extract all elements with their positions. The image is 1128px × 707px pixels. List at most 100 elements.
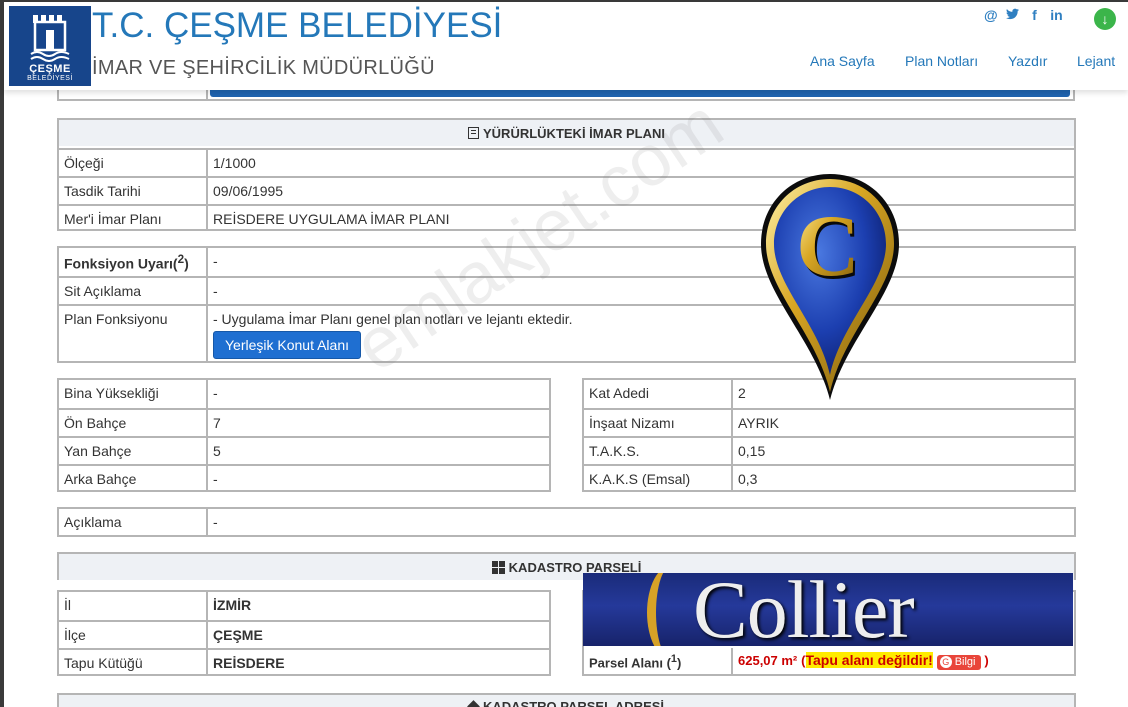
table-row: Yan Bahçe 5 xyxy=(59,436,549,464)
row-label: İnşaat Nizamı xyxy=(584,410,733,436)
parsel-label-text: Parsel Alanı xyxy=(589,655,663,671)
fonksiyon-table: Fonksiyon Uyarı(2) - Sit Açıklama - Plan… xyxy=(57,246,1076,363)
nav-lejant[interactable]: Lejant xyxy=(1077,53,1115,69)
table-row: Arka Bahçe - xyxy=(59,464,549,492)
castle-icon xyxy=(30,15,70,62)
grid-icon xyxy=(491,561,505,574)
parsel-alani-value: 625,07 m² (Tapu alanı değildir! G Bilgi ) xyxy=(738,652,989,670)
social-links: @ f in xyxy=(984,7,1063,23)
table-row: Fonksiyon Uyarı(2) - xyxy=(59,248,1074,276)
plan-fonksiyonu-value: - Uygulama İmar Planı genel plan notları… xyxy=(208,306,1068,363)
bilgi-label: Bilgi xyxy=(954,656,976,668)
nav-plan-notlari[interactable]: Plan Notları xyxy=(905,53,978,69)
row-label: İl xyxy=(59,592,208,620)
row-label: Ölçeği xyxy=(59,150,208,176)
download-icon[interactable]: ↓ xyxy=(1094,8,1116,30)
plan-note: - Uygulama İmar Planı genel plan notları… xyxy=(213,311,573,327)
imar-plani-header: YÜRÜRLÜKTEKİ İMAR PLANI xyxy=(59,120,1074,146)
fonksiyon-uyari-sup[interactable]: 2 xyxy=(178,253,184,266)
nav-yazdir[interactable]: Yazdır xyxy=(1008,53,1047,69)
tapu-warning: Tapu alanı değildir! xyxy=(805,652,933,668)
logo-line1: ÇEŞME xyxy=(29,63,71,75)
row-value: REİSDERE UYGULAMA İMAR PLANI xyxy=(213,211,450,227)
table-row: İl İZMİR xyxy=(59,592,549,620)
adres-title: KADASTRO PARSEL ADRESİ xyxy=(482,699,665,707)
table-row: Tasdik Tarihi 09/06/1995 xyxy=(59,176,1074,204)
row-label: Kat Adedi xyxy=(584,380,733,408)
row-value: 0,15 xyxy=(738,443,766,459)
municipality-logo[interactable]: ÇEŞME BELEDİYESİ xyxy=(9,6,91,86)
row-label: Mer'i İmar Planı xyxy=(59,206,208,231)
yerlesik-konut-button[interactable]: Yerleşik Konut Alanı xyxy=(213,331,361,359)
parsel-sup[interactable]: 1 xyxy=(671,653,677,665)
imar-plani-table: YÜRÜRLÜKTEKİ İMAR PLANI Ölçeği 1/1000 Ta… xyxy=(57,118,1076,231)
bina-table: Bina Yüksekliği - Ön Bahçe 7 Yan Bahçe 5… xyxy=(57,378,551,492)
row-value: AYRIK xyxy=(738,415,779,431)
adres-header-bar: KADASTRO PARSEL ADRESİ xyxy=(57,693,1076,707)
row-value: İZMİR xyxy=(213,597,252,613)
collier-pin-logo: C C xyxy=(755,170,905,408)
row-value: - xyxy=(213,283,218,299)
collier-logo-text: Collier xyxy=(693,573,915,646)
document-icon xyxy=(468,127,479,139)
row-label: Arka Bahçe xyxy=(59,466,208,492)
row-value: - xyxy=(213,253,218,269)
row-value: ÇEŞME xyxy=(213,627,263,643)
row-label: T.A.K.S. xyxy=(584,438,733,464)
parsel-alani-label: Parsel Alanı (1) xyxy=(584,648,733,676)
table-row: İnşaat Nizamı AYRIK xyxy=(584,408,1074,436)
linkedin-icon[interactable]: in xyxy=(1050,7,1063,23)
row-value: REİSDERE xyxy=(213,655,285,671)
row-value: 1/1000 xyxy=(213,155,256,171)
row-label: Yan Bahçe xyxy=(59,438,208,464)
table-row: Mer'i İmar Planı REİSDERE UYGULAMA İMAR … xyxy=(59,204,1074,231)
pin-letter: C xyxy=(796,198,860,295)
row-label: Ön Bahçe xyxy=(59,410,208,436)
parsel-value: 625,07 m² xyxy=(738,653,798,668)
row-value: 7 xyxy=(213,415,221,431)
facebook-icon[interactable]: f xyxy=(1028,7,1041,23)
scrolled-button-fragment[interactable] xyxy=(210,89,1070,97)
row-label: Açıklama xyxy=(59,509,208,537)
table-row: Ölçeği 1/1000 xyxy=(59,148,1074,176)
aciklama-table: Açıklama - xyxy=(57,507,1076,537)
nav-ana-sayfa[interactable]: Ana Sayfa xyxy=(810,53,875,69)
row-label: Tapu Kütüğü xyxy=(59,650,208,676)
page-title: T.C. ÇEŞME BELEDİYESİ xyxy=(92,6,503,45)
fonksiyon-uyari-label: Fonksiyon Uyarı(2) xyxy=(59,248,208,276)
row-label: Tasdik Tarihi xyxy=(59,178,208,204)
table-row: Ön Bahçe 7 xyxy=(59,408,549,436)
row-value: - xyxy=(213,514,218,530)
row-label: Bina Yüksekliği xyxy=(59,380,208,408)
table-row: Parsel Alanı (1) 625,07 m² (Tapu alanı d… xyxy=(584,648,1074,676)
table-row: K.A.K.S (Emsal) 0,3 xyxy=(584,464,1074,492)
table-row: T.A.K.S. 0,15 xyxy=(584,436,1074,464)
logo-line2: BELEDİYESİ xyxy=(27,75,73,82)
diamond-icon xyxy=(467,700,480,707)
row-value: 2 xyxy=(738,385,746,401)
row-value: 5 xyxy=(213,443,221,459)
row-label: İlçe xyxy=(59,622,208,648)
collier-banner-logo: Collier xyxy=(583,573,1073,646)
table-row: İlçe ÇEŞME xyxy=(59,620,549,648)
kadastro-left-table: İl İZMİR İlçe ÇEŞME Tapu Kütüğü REİSDERE xyxy=(57,590,551,676)
adres-header: KADASTRO PARSEL ADRESİ xyxy=(59,695,1074,707)
table-row: Plan Fonksiyonu - Uygulama İmar Planı ge… xyxy=(59,304,1074,363)
google-icon: G xyxy=(939,656,952,668)
table-row: Sit Açıklama - xyxy=(59,276,1074,304)
imar-plani-title: YÜRÜRLÜKTEKİ İMAR PLANI xyxy=(483,126,665,141)
row-label: Plan Fonksiyonu xyxy=(59,306,208,363)
page-subtitle: İMAR VE ŞEHİRCİLİK MÜDÜRLÜĞÜ xyxy=(92,57,435,79)
row-label: Sit Açıklama xyxy=(59,278,208,304)
bilgi-button[interactable]: G Bilgi xyxy=(936,655,981,670)
table-row: Açıklama - xyxy=(59,509,1074,537)
at-icon[interactable]: @ xyxy=(984,7,998,23)
row-value: 0,3 xyxy=(738,471,758,487)
row-value: - xyxy=(213,471,218,487)
table-row: Tapu Kütüğü REİSDERE xyxy=(59,648,549,676)
site-header: ÇEŞME BELEDİYESİ T.C. ÇEŞME BELEDİYESİ İ… xyxy=(4,2,1128,90)
row-label: K.A.K.S (Emsal) xyxy=(584,466,733,492)
table-row: Bina Yüksekliği - xyxy=(59,380,549,408)
twitter-icon[interactable] xyxy=(1006,7,1019,23)
fonksiyon-uyari-text: Fonksiyon Uyarı xyxy=(64,255,173,272)
